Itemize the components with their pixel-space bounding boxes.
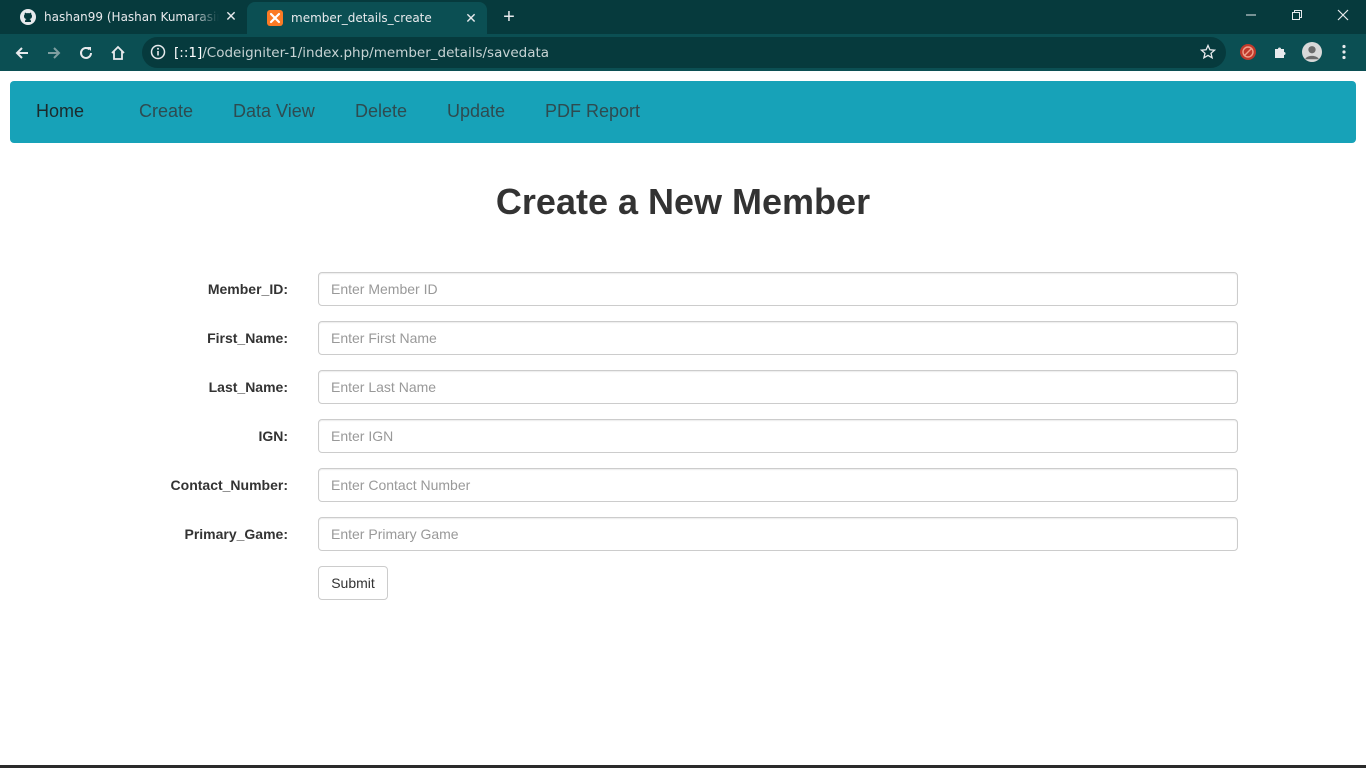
nav-create-link[interactable]: Create	[139, 101, 193, 122]
browser-tab-bar: hashan99 (Hashan Kumarasinghe) ✕ member_…	[0, 0, 1366, 34]
new-tab-icon[interactable]: +	[498, 6, 520, 28]
url-text[interactable]: [::1]/Codeigniter-1/index.php/member_det…	[174, 45, 549, 61]
nav-home-link[interactable]: Home	[36, 101, 84, 122]
url-host: [::1]	[174, 45, 203, 61]
profile-avatar[interactable]	[1302, 42, 1322, 62]
site-info-icon[interactable]	[150, 44, 166, 60]
nav-data-view-link[interactable]: Data View	[233, 101, 315, 122]
reload-icon[interactable]	[73, 40, 99, 66]
contact-number-label: Contact_Number:	[170, 477, 288, 493]
restore-icon[interactable]	[1274, 0, 1320, 30]
form-row-primary-game: Primary_Game:	[0, 517, 1366, 551]
nav-delete-link[interactable]: Delete	[355, 101, 407, 122]
contact-number-input[interactable]	[318, 468, 1238, 502]
first-name-label: First_Name:	[207, 330, 288, 346]
form-row-member-id: Member_ID:	[0, 272, 1366, 306]
minimize-icon[interactable]	[1228, 0, 1274, 30]
site-navbar: Home Create Data View Delete Update PDF …	[10, 81, 1356, 143]
primary-game-label: Primary_Game:	[184, 526, 288, 542]
close-window-icon[interactable]	[1320, 0, 1366, 30]
first-name-input[interactable]	[318, 321, 1238, 355]
last-name-label: Last_Name:	[208, 379, 288, 395]
browser-tab-active[interactable]: member_details_create ✕	[247, 2, 487, 34]
form-row-first-name: First_Name:	[0, 321, 1366, 355]
nav-pdf-report-link[interactable]: PDF Report	[545, 101, 640, 122]
ign-input[interactable]	[318, 419, 1238, 453]
last-name-input[interactable]	[318, 370, 1238, 404]
close-tab-icon[interactable]: ✕	[463, 11, 479, 27]
address-bar[interactable]: [::1]/Codeigniter-1/index.php/member_det…	[142, 37, 1226, 68]
submit-button[interactable]: Submit	[318, 566, 388, 600]
close-tab-icon[interactable]: ✕	[223, 9, 239, 25]
extensions-puzzle-icon[interactable]	[1270, 42, 1290, 62]
back-arrow-icon[interactable]	[9, 40, 35, 66]
browser-tab-github[interactable]: hashan99 (Hashan Kumarasinghe) ✕	[0, 0, 247, 34]
nav-update-link[interactable]: Update	[447, 101, 505, 122]
form-row-ign: IGN:	[0, 419, 1366, 453]
extension-blocked-icon[interactable]	[1238, 42, 1258, 62]
tab-title: hashan99 (Hashan Kumarasinghe)	[44, 10, 219, 24]
bookmark-star-icon[interactable]	[1199, 43, 1217, 60]
member-id-label: Member_ID:	[207, 281, 288, 297]
home-icon[interactable]	[105, 40, 131, 66]
browser-toolbar: [::1]/Codeigniter-1/index.php/member_det…	[0, 34, 1366, 71]
ign-label: IGN:	[258, 428, 288, 444]
page-title: Create a New Member	[495, 181, 871, 222]
forward-arrow-icon[interactable]	[41, 40, 67, 66]
xampp-icon	[267, 10, 283, 26]
tab-title: member_details_create	[291, 11, 432, 25]
member-id-input[interactable]	[318, 272, 1238, 306]
primary-game-input[interactable]	[318, 517, 1238, 551]
github-icon	[20, 9, 36, 25]
form-row-last-name: Last_Name:	[0, 370, 1366, 404]
url-path: /Codeigniter-1/index.php/member_details/…	[202, 45, 550, 61]
form-row-contact-number: Contact_Number:	[0, 468, 1366, 502]
more-menu-icon[interactable]	[1334, 42, 1354, 62]
